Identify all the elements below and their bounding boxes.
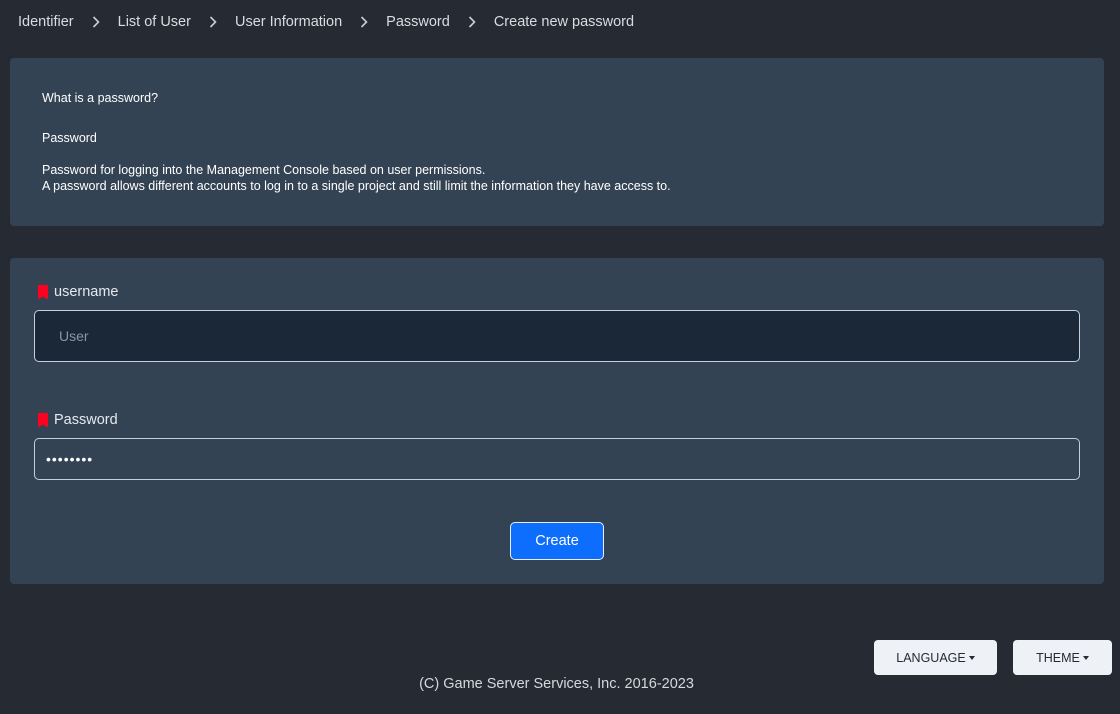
breadcrumb-user-information[interactable]: User Information <box>235 14 342 30</box>
username-input[interactable] <box>34 310 1080 362</box>
breadcrumb: Identifier List of User User Information… <box>18 12 634 32</box>
info-term: Password <box>42 131 97 145</box>
theme-label: THEME <box>1036 650 1080 665</box>
caret-down-icon <box>968 655 975 660</box>
breadcrumb-identifier[interactable]: Identifier <box>18 14 74 30</box>
language-label: LANGUAGE <box>896 650 966 665</box>
breadcrumb-list-of-user[interactable]: List of User <box>118 14 191 30</box>
chevron-right-icon <box>450 16 494 28</box>
password-label-text: Password <box>54 412 118 428</box>
chevron-right-icon <box>342 16 386 28</box>
username-label: username <box>38 284 118 300</box>
password-label: Password <box>38 412 118 428</box>
create-password-form: username Password Create <box>10 258 1104 584</box>
copyright: (C) Game Server Services, Inc. 2016-2023 <box>419 676 694 692</box>
breadcrumb-create-new-password: Create new password <box>493 14 635 30</box>
required-bookmark-icon <box>38 284 48 300</box>
info-description-line: Password for logging into the Management… <box>42 163 486 177</box>
chevron-right-icon <box>74 16 118 28</box>
language-dropdown[interactable]: LANGUAGE <box>874 640 997 675</box>
password-input[interactable] <box>34 438 1080 480</box>
info-description-line: A password allows different accounts to … <box>42 179 671 193</box>
chevron-right-icon <box>191 16 235 28</box>
info-question: What is a password? <box>42 91 159 105</box>
create-button[interactable]: Create <box>510 522 604 560</box>
breadcrumb-password[interactable]: Password <box>386 14 450 30</box>
password-info-panel: What is a password? Password Password fo… <box>10 58 1104 226</box>
caret-down-icon <box>1082 655 1089 660</box>
required-bookmark-icon <box>38 412 48 428</box>
theme-dropdown[interactable]: THEME <box>1013 640 1112 675</box>
username-label-text: username <box>54 284 119 300</box>
info-description: Password for logging into the Management… <box>42 162 1072 194</box>
